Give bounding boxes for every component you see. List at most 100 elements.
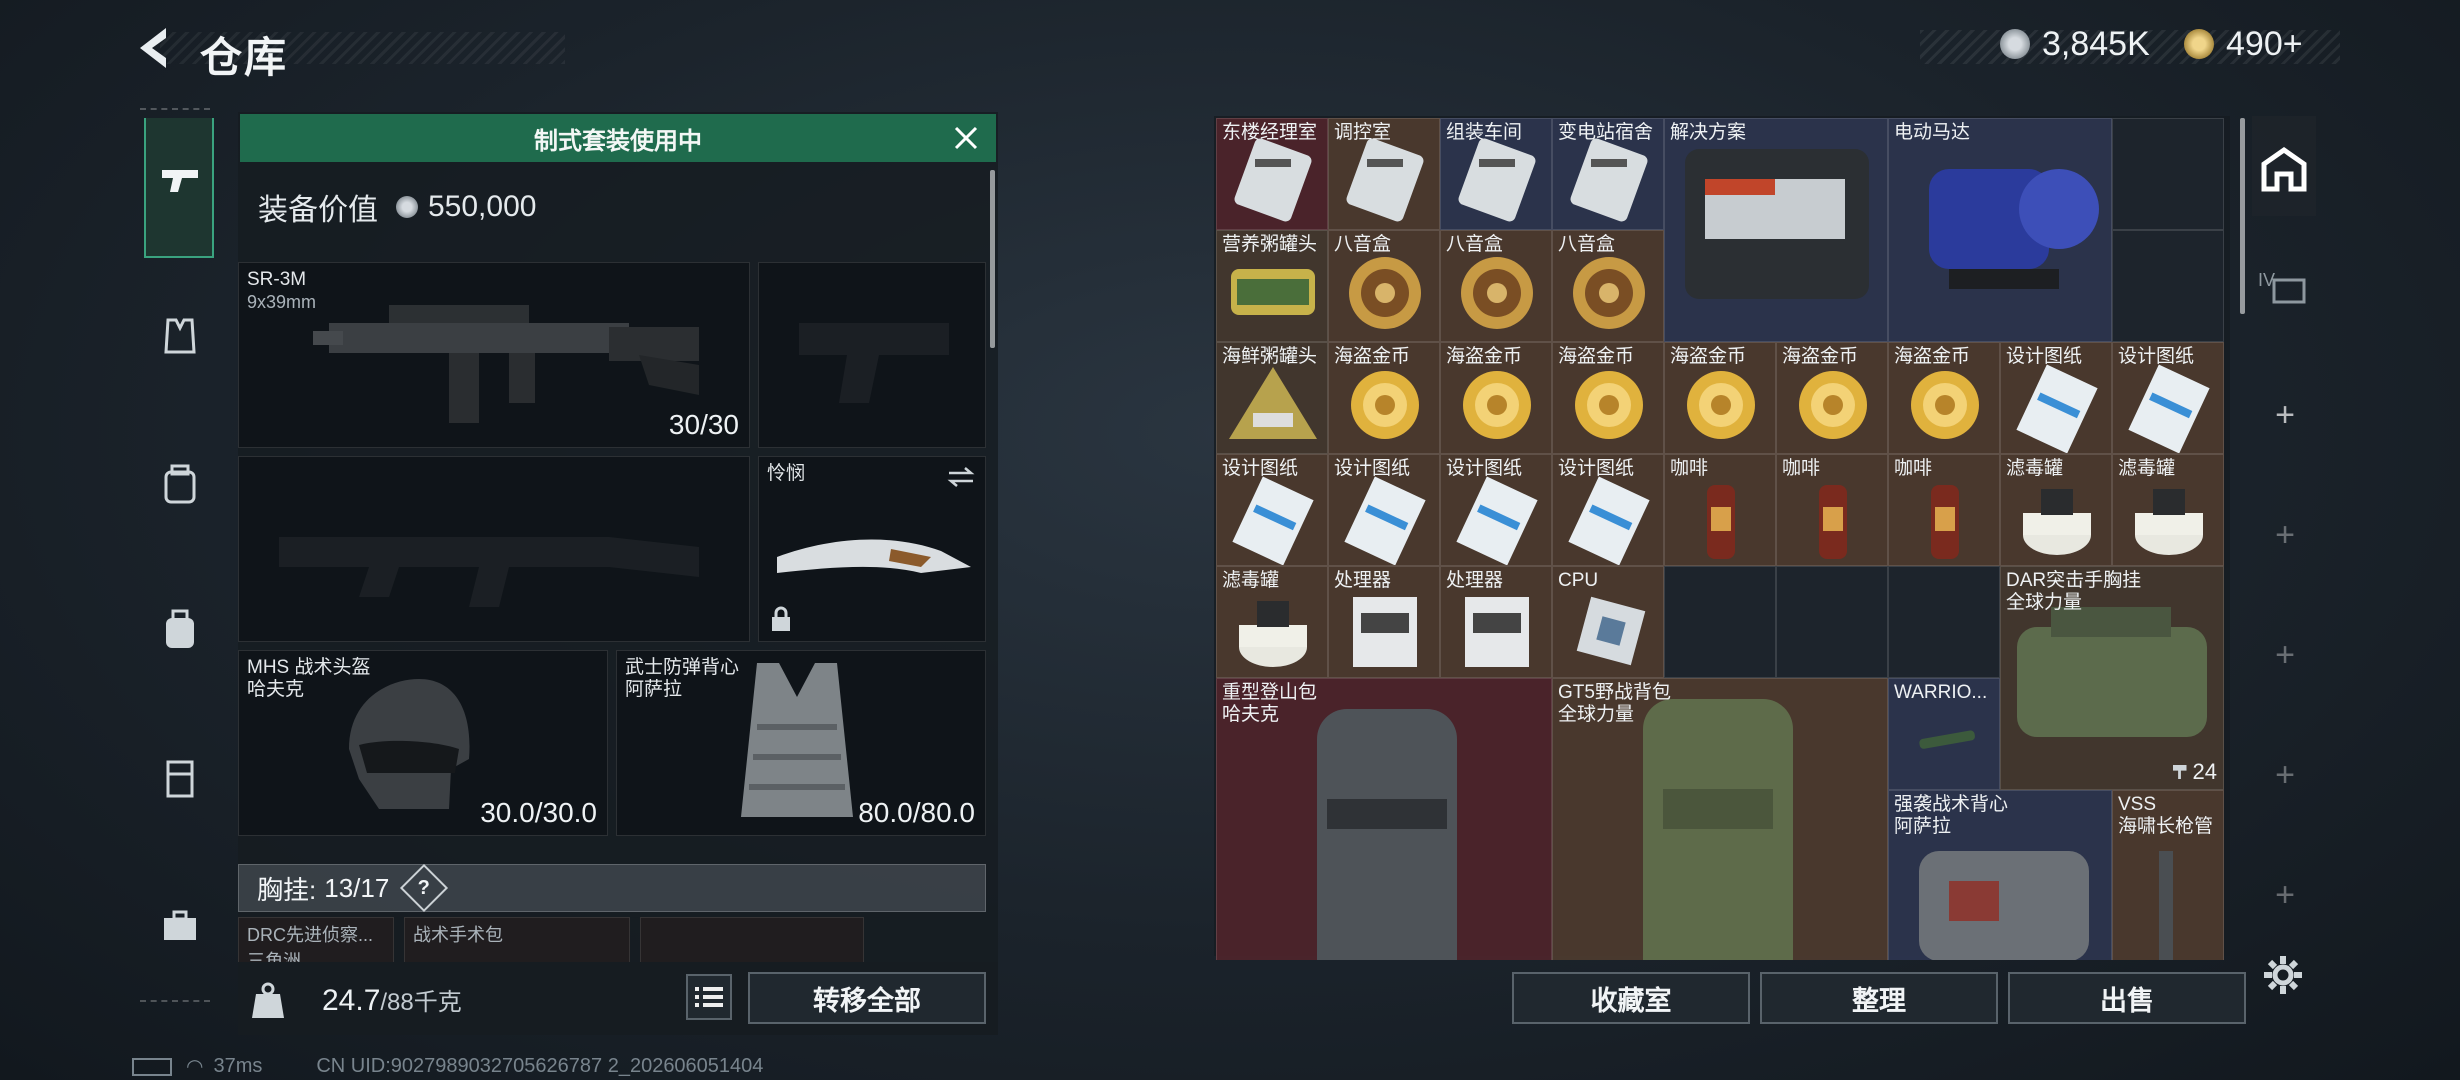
chest-mini-slot[interactable]: 战术手术包: [404, 917, 630, 963]
item-name: VSS 海啸长枪管: [2118, 794, 2214, 837]
rail-item-chest-rig[interactable]: [150, 454, 210, 514]
collection-room-button[interactable]: 收藏室: [1512, 972, 1750, 1024]
swap-icon[interactable]: [945, 465, 977, 489]
chest-mini-slot[interactable]: DRC先进侦察... 三角洲: [238, 917, 394, 963]
stash-item[interactable]: 滤毒罐: [2000, 454, 2112, 566]
rail-item-backpack[interactable]: [150, 600, 210, 660]
stash-page-rail: IV + + + + +: [2252, 116, 2316, 956]
rail-item-vest[interactable]: [150, 306, 210, 366]
stash-item[interactable]: 八音盒: [1552, 230, 1664, 342]
stash-item[interactable]: 东楼经理室: [1216, 118, 1328, 230]
armor-vest-image: [741, 663, 853, 817]
item-name: 海盗金币: [1782, 346, 1859, 367]
stash-item[interactable]: DAR突击手胸挂 全球力量 24: [2000, 566, 2224, 790]
carry-weight-max: /88千克: [380, 989, 462, 1016]
item-name: 设计图纸: [2118, 346, 2195, 367]
add-page-icon[interactable]: +: [2272, 398, 2298, 432]
empty-slot[interactable]: [1888, 566, 2000, 678]
item-name: 东楼经理室: [1222, 122, 1318, 143]
stash-item[interactable]: 咖啡: [1776, 454, 1888, 566]
vest-icon: [2172, 765, 2187, 779]
stash-item[interactable]: 海盗金币: [1776, 342, 1888, 454]
stash-page-iv-icon: IV: [2258, 270, 2306, 304]
stash-item[interactable]: 八音盒: [1328, 230, 1440, 342]
stash-item[interactable]: 电动马达: [1888, 118, 2112, 342]
add-page-icon[interactable]: +: [2272, 878, 2298, 912]
stash-item[interactable]: 设计图纸: [2000, 342, 2112, 454]
empty-slot[interactable]: [1776, 566, 1888, 678]
item-name: 咖啡: [1894, 458, 1933, 479]
stash-item[interactable]: 设计图纸: [1328, 454, 1440, 566]
stash-item[interactable]: 设计图纸: [2112, 342, 2224, 454]
rail-item-locker[interactable]: [150, 748, 210, 808]
secondary-weapon-slot[interactable]: [758, 262, 986, 448]
add-page-icon[interactable]: +: [2272, 518, 2298, 552]
empty-slot[interactable]: [2112, 118, 2224, 230]
gold-currency[interactable]: 490+: [2184, 22, 2303, 66]
add-page-icon[interactable]: +: [2272, 758, 2298, 792]
stash-item[interactable]: 处理器: [1328, 566, 1440, 678]
item-name: 八音盒: [1558, 234, 1616, 255]
empty-slot[interactable]: [2112, 230, 2224, 342]
add-page-icon[interactable]: +: [2272, 638, 2298, 672]
stash-item[interactable]: 处理器: [1440, 566, 1552, 678]
stash-item[interactable]: 设计图纸: [1216, 454, 1328, 566]
stash-item[interactable]: 海盗金币: [1664, 342, 1776, 454]
stash-item[interactable]: 海盗金币: [1552, 342, 1664, 454]
silver-amount: 3,845K: [2042, 24, 2150, 63]
loadout-scrollbar[interactable]: [990, 170, 995, 348]
item-name: 设计图纸: [1334, 458, 1411, 479]
weight-icon: [250, 980, 286, 1020]
help-icon[interactable]: ?: [400, 863, 449, 913]
chest-mini-slot[interactable]: [640, 917, 864, 963]
stash-item[interactable]: 咖啡: [1888, 454, 2000, 566]
stash-item[interactable]: 变电站宿舍: [1552, 118, 1664, 230]
melee-slot[interactable]: 怜悯: [758, 456, 986, 642]
page-tab-active[interactable]: [2252, 116, 2316, 216]
stash-item[interactable]: 调控室: [1328, 118, 1440, 230]
page-tab-iv[interactable]: IV: [2258, 266, 2312, 312]
gear-icon[interactable]: [2262, 954, 2304, 996]
stash-item[interactable]: 重型登山包 哈夫克: [1216, 678, 1552, 960]
armor-slot[interactable]: 武士防弹背心 阿萨拉 80.0/80.0: [616, 650, 986, 836]
stash-item[interactable]: 海盗金币: [1440, 342, 1552, 454]
stash-item[interactable]: 咖啡: [1664, 454, 1776, 566]
kit-banner-text: 制式套装使用中: [534, 127, 702, 155]
stash-item[interactable]: WARRIO...: [1888, 678, 2000, 790]
rail-item-weapons[interactable]: [150, 150, 210, 210]
item-maker: 阿萨拉: [1894, 816, 1952, 837]
ping-value: 37ms: [213, 1055, 263, 1077]
sell-button[interactable]: 出售: [2008, 972, 2246, 1024]
close-icon[interactable]: [950, 122, 982, 154]
stash-item[interactable]: 解决方案: [1664, 118, 1888, 342]
stash-item[interactable]: 滤毒罐: [2112, 454, 2224, 566]
stash-item[interactable]: 组装车间: [1440, 118, 1552, 230]
stash-item[interactable]: VSS 海啸长枪管: [2112, 790, 2224, 960]
transfer-all-button[interactable]: 转移全部: [748, 972, 986, 1024]
stash-item[interactable]: 设计图纸: [1440, 454, 1552, 566]
chest-rig-row[interactable]: 胸挂: 13/17 ?: [238, 863, 986, 913]
rail-item-briefcase[interactable]: [150, 896, 210, 956]
item-name: 设计图纸: [2006, 346, 2083, 367]
stash-item[interactable]: 八音盒: [1440, 230, 1552, 342]
stash-item[interactable]: 强袭战术背心 阿萨拉: [1888, 790, 2112, 960]
stash-item[interactable]: GT5野战背包 全球力量: [1552, 678, 1888, 960]
empty-slot[interactable]: [1664, 566, 1776, 678]
stash-item[interactable]: 海盗金币: [1328, 342, 1440, 454]
stash-scrollbar[interactable]: [2240, 118, 2245, 314]
svg-text:IV: IV: [2258, 270, 2275, 290]
back-arrow-icon[interactable]: [130, 22, 182, 74]
gear-value-label: 装备价值: [258, 194, 378, 227]
helmet-slot[interactable]: MHS 战术头盔 哈夫克 30.0/30.0: [238, 650, 608, 836]
stash-item[interactable]: 营养粥罐头: [1216, 230, 1328, 342]
list-view-button[interactable]: [686, 974, 732, 1020]
stash-item[interactable]: 海鲜粥罐头: [1216, 342, 1328, 454]
stash-item[interactable]: CPU: [1552, 566, 1664, 678]
stash-item[interactable]: 滤毒罐: [1216, 566, 1328, 678]
stash-item[interactable]: 设计图纸: [1552, 454, 1664, 566]
primary-weapon-slot[interactable]: SR-3M 9x39mm 30/30: [238, 262, 750, 448]
sort-button[interactable]: 整理: [1760, 972, 1998, 1024]
second-primary-slot[interactable]: [238, 456, 750, 642]
stash-item[interactable]: 海盗金币: [1888, 342, 2000, 454]
chest-rig-label: 胸挂:: [257, 874, 317, 905]
